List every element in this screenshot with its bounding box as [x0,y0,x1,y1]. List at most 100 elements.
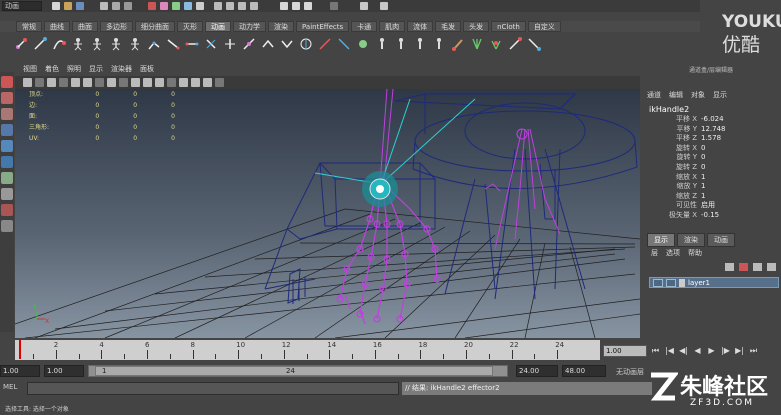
panel-menu-show[interactable]: 显示 [89,64,103,75]
figure-icon[interactable] [128,36,142,52]
range-slider-handle[interactable]: 1 24 [95,366,493,376]
channel-value[interactable]: 1.578 [701,134,721,144]
panel-menu-renderer[interactable]: 渲染器 [111,64,132,75]
figure-icon[interactable] [432,36,446,52]
layout-single-icon[interactable] [1,172,13,184]
input-line-icon[interactable] [330,2,338,10]
anim-start-field[interactable]: 1.00 [0,365,40,377]
paint-select-tool-icon[interactable] [1,108,13,120]
smooth-shade-icon[interactable] [131,78,140,87]
channel-row[interactable]: 缩放 Z 1 [641,192,781,202]
shelf-tab[interactable]: 毛发 [435,21,462,32]
isolate-select-icon[interactable] [191,78,200,87]
select-tool-icon[interactable] [1,76,13,88]
move-tool-icon[interactable] [1,124,13,136]
layer-name[interactable]: layer1 [688,279,710,287]
shelf-tab[interactable]: 渲染 [268,21,294,32]
figure-icon[interactable] [413,36,427,52]
grass-icon[interactable] [470,36,484,52]
shelf-tab[interactable]: 细分曲面 [135,21,175,32]
panel-menu-view[interactable]: 视图 [23,64,37,75]
cb-menu-channels[interactable]: 通道 [647,90,661,100]
last-tool-icon[interactable] [1,220,13,232]
shelf-tab[interactable]: 流体 [407,21,434,32]
hud-toggle-icon[interactable] [215,78,224,87]
play-forwards-icon[interactable]: ▶ [706,345,717,356]
joint-tool-icon[interactable] [14,36,28,52]
snap-grid-icon[interactable] [214,2,222,10]
lights-icon[interactable] [155,78,164,87]
render-settings-icon[interactable] [304,2,312,10]
go-to-end-icon[interactable]: ⏭ [748,345,759,356]
select-by-deform-icon[interactable] [196,2,204,10]
3d-viewport[interactable]: Y X 顶点: 0 0 0 边: 0 0 0 面: 0 0 0 三角形: 0 0 0 UV: 0 0 0 [15,89,640,338]
bone-chain-icon[interactable] [318,36,332,52]
scale-tool-icon[interactable] [1,156,13,168]
figure-icon[interactable] [109,36,123,52]
grid-toggle-icon[interactable] [71,78,80,87]
new-scene-icon[interactable] [52,2,60,10]
new-layer-selected-icon[interactable] [739,263,748,271]
bone-chain-icon[interactable] [280,36,294,52]
shelf-tab[interactable]: 灭形 [177,21,203,32]
lasso-tool-icon[interactable] [1,92,13,104]
channel-row[interactable]: 可见性 启用 [641,201,781,211]
step-forward-key-icon[interactable]: ▶| [734,345,745,356]
select-hierarchy-icon[interactable] [100,2,108,10]
toggle-channel-box-icon[interactable] [380,2,388,10]
figure-icon[interactable] [394,36,408,52]
grass-icon[interactable] [489,36,503,52]
bone-chain-icon[interactable] [299,36,313,52]
save-scene-icon[interactable] [76,2,84,10]
bone-chain-icon[interactable] [185,36,199,52]
select-by-joint-icon[interactable] [160,2,168,10]
select-by-surface-icon[interactable] [184,2,192,10]
playback-start-field[interactable]: 1.00 [44,365,84,377]
shelf-tab[interactable]: nCloth [491,21,526,32]
snap-point-icon[interactable] [238,2,246,10]
layer-visibility-toggle[interactable] [653,278,663,287]
channel-row[interactable]: 平移 X -6.024 [641,115,781,125]
anim-layer-dropdown[interactable]: 无动画层 [616,367,644,377]
layer-row[interactable]: layer1 [649,277,779,288]
channel-value[interactable]: 12.748 [701,125,726,135]
wireframe-icon[interactable] [119,78,128,87]
camera-attributes-icon[interactable] [35,78,44,87]
ik-spline-tool-icon[interactable] [52,36,66,52]
layer-move-up-icon[interactable] [753,263,762,271]
current-time-marker[interactable] [19,340,21,359]
channel-value[interactable]: 0 [701,153,705,163]
select-by-handle-icon[interactable] [148,2,156,10]
image-plane-icon[interactable] [59,78,68,87]
cb-menu-object[interactable]: 对象 [691,90,705,100]
channel-value[interactable]: 1 [701,173,705,183]
channel-row[interactable]: 平移 Y 12.748 [641,125,781,135]
figure-icon[interactable] [90,36,104,52]
panel-menu-lighting[interactable]: 照明 [67,64,81,75]
select-by-curve-icon[interactable] [172,2,180,10]
shadows-icon[interactable] [167,78,176,87]
tab-render[interactable]: 渲染 [677,233,705,247]
layout-four-icon[interactable] [1,188,13,200]
open-scene-icon[interactable] [64,2,72,10]
shelf-tab[interactable]: 动力学 [233,21,266,32]
select-object-icon[interactable] [112,2,120,10]
cb-menu-show[interactable]: 显示 [713,90,727,100]
channel-value[interactable]: -6.024 [701,115,724,125]
anim-end-field[interactable]: 48.00 [562,365,606,377]
safe-action-icon[interactable] [107,78,116,87]
layer-menu-options[interactable]: 选项 [666,248,680,258]
selected-object-name[interactable]: ikHandle2 [649,105,689,114]
snap-curve-icon[interactable] [226,2,234,10]
current-frame-field[interactable]: 1.00 [603,345,647,357]
xray-icon[interactable] [179,78,188,87]
tab-display[interactable]: 显示 [647,233,675,247]
channel-value[interactable]: 0 [701,144,705,154]
select-component-icon[interactable] [124,2,132,10]
shelf-tab[interactable]: PaintEffects [296,21,350,32]
render-current-frame-icon[interactable] [280,2,288,10]
ik-handle[interactable] [362,171,398,207]
channel-row[interactable]: 旋转 Y 0 [641,153,781,163]
resolution-gate-icon[interactable] [95,78,104,87]
shelf-tab[interactable]: 自定义 [527,21,561,32]
